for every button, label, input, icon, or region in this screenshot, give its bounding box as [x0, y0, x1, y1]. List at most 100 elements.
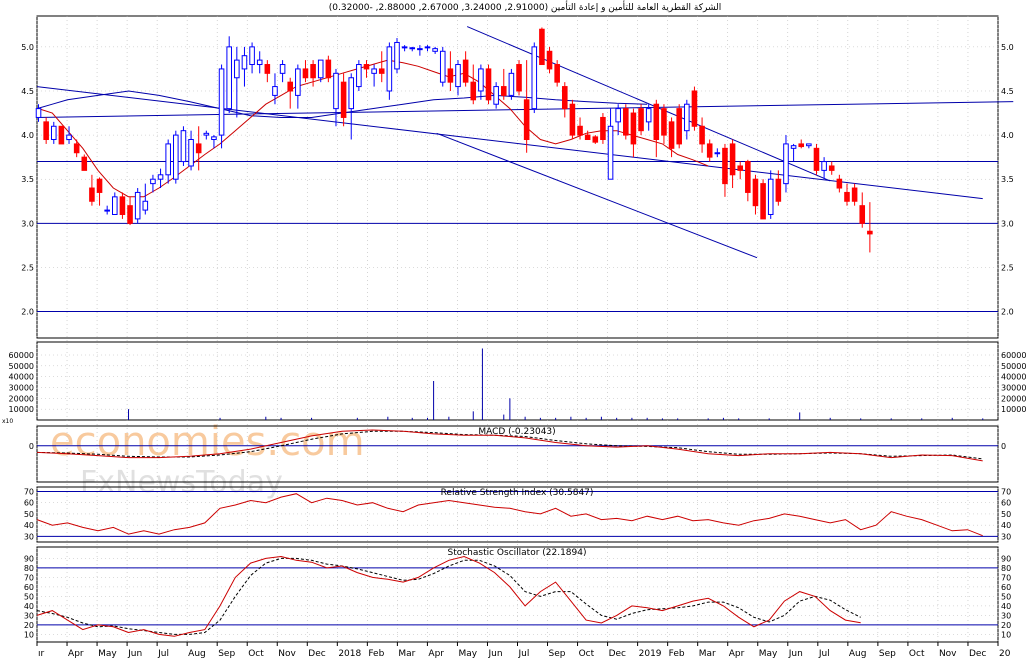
candle-body: [234, 59, 240, 79]
panel-frame-stoch: [36, 546, 999, 643]
candle-body: [371, 68, 377, 74]
candle-body: [447, 68, 454, 83]
y-tick-label-right: 80: [1001, 564, 1011, 573]
y-tick-label-right: 20: [1001, 621, 1011, 630]
candle-body: [775, 178, 782, 202]
volume-panel: [128, 348, 984, 420]
x-tick-label: Jun: [487, 649, 502, 659]
candle-body: [516, 64, 522, 92]
candle-body: [249, 46, 255, 66]
candle-body: [455, 64, 461, 88]
y-tick-label-right: 40: [1001, 602, 1011, 611]
candle-body: [561, 86, 568, 110]
candle-body: [462, 59, 469, 83]
x-tick-label: Nov: [278, 649, 296, 659]
candle-body: [813, 147, 820, 171]
candle-body: [348, 77, 355, 110]
candle-body: [806, 143, 812, 147]
candle-body: [424, 46, 431, 49]
candle-body: [165, 143, 171, 176]
candle-body: [607, 125, 614, 180]
trend-line: [466, 26, 831, 182]
x-tick-label: Sep: [879, 649, 896, 659]
candle-body: [577, 125, 583, 136]
volume-unit-label: x10: [2, 418, 13, 425]
candle-body: [767, 178, 774, 215]
y-tick-label-left: 10000: [9, 405, 34, 414]
candle-body: [325, 59, 332, 79]
candle-body: [722, 147, 728, 185]
y-tick-label-left: 60: [24, 499, 34, 508]
candle-body: [760, 183, 766, 220]
candle-body: [340, 81, 347, 118]
x-tick-label: Dec: [969, 649, 986, 659]
candle-body: [127, 205, 133, 224]
candle-body: [35, 108, 42, 118]
macd-title: MACD (-0.23043): [478, 427, 555, 437]
candle-body: [211, 136, 217, 141]
y-tick-label-left: 3.5: [21, 175, 34, 184]
candle-body: [310, 64, 316, 79]
x-tick-label: Oct: [909, 649, 925, 659]
candle-body: [58, 125, 65, 145]
candle-body: [73, 143, 80, 154]
candle-body: [569, 103, 576, 136]
candle-body: [737, 165, 743, 171]
y-tick-label-left: 4.5: [21, 87, 34, 96]
x-tick-label: Jun: [788, 649, 803, 659]
x-tick-label: Dec: [609, 649, 626, 659]
candle-body: [439, 50, 446, 83]
x-tick-label: 2019: [639, 649, 662, 659]
candle-body: [836, 178, 843, 189]
candle-body: [272, 86, 278, 96]
candle-body: [401, 46, 408, 49]
candle-body: [485, 68, 492, 101]
y-tick-label-right: 40000: [1001, 373, 1026, 382]
candle-body: [96, 178, 103, 193]
rsi-title: Relative Strength Index (30.5847): [441, 488, 594, 498]
candle-body: [592, 136, 599, 143]
y-tick-label-left: 5.0: [21, 43, 34, 52]
y-tick-label-left: 0: [29, 442, 34, 451]
x-tick-label: Apr: [68, 649, 84, 659]
candle-body: [112, 196, 118, 215]
candle-body: [783, 143, 789, 185]
x-axis-labels: ır Apr May Jun Jul Aug Sep Oct Nov Dec 2018 Feb Mar A…: [36, 642, 1011, 659]
candle-body: [851, 187, 858, 202]
y-tick-label-right: 10: [1001, 630, 1011, 639]
candle-body: [173, 134, 179, 180]
x-tick-label: Dec: [308, 649, 325, 659]
y-tick-label-left: 2.5: [21, 263, 34, 272]
chart-svg: economies.com FxNewsToday 5.0 5.0 4.5 4.5 4.…: [2, 0, 1026, 659]
candle-body: [531, 46, 538, 110]
y-tick-label-right: 20000: [1001, 394, 1026, 403]
candle-body: [66, 134, 72, 141]
candle-body: [394, 41, 400, 70]
candle-body: [134, 191, 141, 220]
candle-body: [584, 134, 591, 141]
y-tick-label-right: 30: [1001, 611, 1011, 620]
y-tick-label-right: 30000: [1001, 384, 1026, 393]
candle-body: [745, 161, 751, 193]
candle-body: [363, 64, 370, 70]
candle-body: [241, 55, 248, 70]
x-tick-label: Oct: [248, 649, 264, 659]
x-tick-label: Sep: [218, 649, 235, 659]
candle-body: [203, 132, 210, 136]
x-tick-label: Feb: [368, 649, 384, 659]
candle-body: [104, 209, 110, 212]
y-tick-label-right: 60: [1001, 583, 1011, 592]
candle-body: [287, 81, 294, 92]
candle-body: [264, 64, 271, 74]
y-tick-label-left: 4.0: [21, 131, 34, 140]
candle-body: [653, 103, 660, 141]
candle-body: [676, 108, 682, 145]
x-tick-label: 20: [999, 649, 1011, 659]
y-tick-label-left: 30000: [9, 384, 34, 393]
x-tick-label: Aug: [188, 649, 206, 659]
candle-body: [417, 48, 423, 51]
x-tick-label: May: [98, 649, 117, 659]
candle-body: [539, 28, 545, 66]
chart-root: economies.com FxNewsToday 5.0 5.0 4.5 4.5 4.…: [0, 0, 1034, 660]
x-tick-label: Aug: [849, 649, 867, 659]
